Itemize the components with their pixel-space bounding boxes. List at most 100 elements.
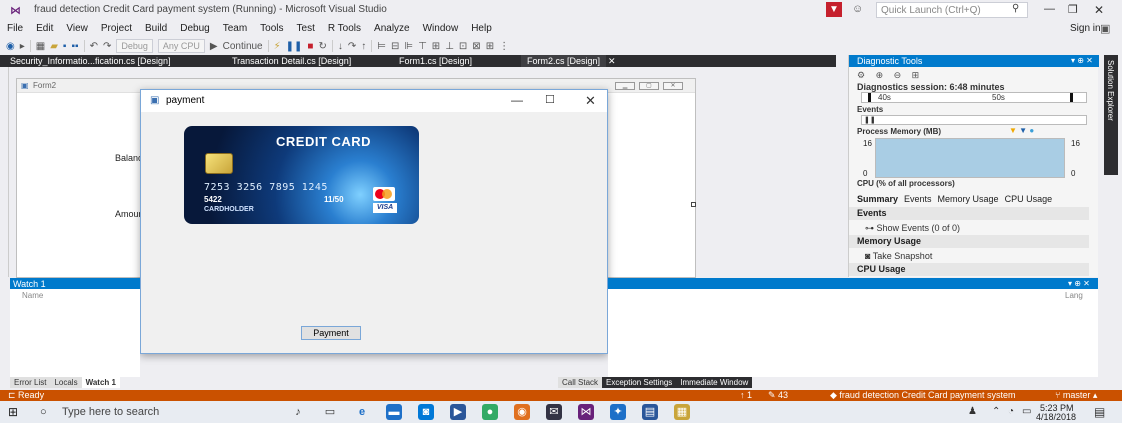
grid-icon[interactable]: ⊞ xyxy=(486,41,494,52)
tab-form1[interactable]: Form1.cs [Design] xyxy=(393,55,478,67)
menu-view[interactable]: View xyxy=(66,23,88,34)
forward-icon[interactable]: ▸ xyxy=(20,41,25,52)
payment-button[interactable]: Payment xyxy=(301,326,361,340)
taskbar-search-input[interactable]: Type here to search xyxy=(62,406,159,418)
hot-reload-icon[interactable]: ⚡ xyxy=(274,41,281,52)
new-project-icon[interactable]: ▦ xyxy=(36,41,45,52)
tab-watch-1[interactable]: Watch 1 xyxy=(81,377,120,388)
app-blue-icon[interactable]: ▤ xyxy=(642,404,658,420)
stop-icon[interactable]: ■ xyxy=(307,41,313,52)
payment-close-button[interactable]: ✕ xyxy=(585,93,596,109)
show-events-link[interactable]: ⊶ Show Events (0 of 0) xyxy=(865,223,960,234)
app-yellow-icon[interactable]: ▦ xyxy=(674,404,690,420)
app-green-icon[interactable]: ● xyxy=(482,404,498,420)
payment-dialog[interactable]: ▣ payment — ☐ ✕ CREDIT CARD 7253 3256 78… xyxy=(140,89,608,354)
menu-tools[interactable]: Tools xyxy=(260,23,283,34)
minimize-button[interactable]: — xyxy=(1044,3,1055,15)
chrome-icon[interactable]: ◉ xyxy=(514,404,530,420)
menu-help[interactable]: Help xyxy=(471,23,492,34)
align-top-icon[interactable]: ⊤ xyxy=(418,41,427,52)
pause-icon[interactable]: ❚❚ xyxy=(286,41,303,52)
session-timeline[interactable]: 40s 50s xyxy=(861,92,1087,103)
continue-button[interactable]: Continue xyxy=(223,41,263,52)
status-edits[interactable]: ✎ 43 xyxy=(768,390,788,401)
clock-date[interactable]: 4/18/2018 xyxy=(1036,412,1076,422)
same-size-icon[interactable]: ⊡ xyxy=(459,41,467,52)
tab-error-list[interactable]: Error List xyxy=(10,377,51,388)
spacing-icon[interactable]: ⊠ xyxy=(472,41,480,52)
tab-form2[interactable]: Form2.cs [Design] xyxy=(521,55,607,67)
mail-icon[interactable]: ✉ xyxy=(546,404,562,420)
file-explorer-icon[interactable]: ▬ xyxy=(386,404,402,420)
order-icon[interactable]: ⋮ xyxy=(499,41,509,52)
menu-window[interactable]: Window xyxy=(423,23,459,34)
windows-start-icon[interactable]: ⊞ xyxy=(8,405,18,419)
task-view-icon[interactable]: ▭ xyxy=(322,404,338,420)
cortana-icon[interactable]: ○ xyxy=(40,406,47,418)
step-into-icon[interactable]: ↓ xyxy=(338,41,343,52)
align-left-icon[interactable]: ⊨ xyxy=(377,41,386,52)
diagnostic-toolbar[interactable]: ⚙ ⊕ ⊖ ⊞ xyxy=(857,70,923,81)
visual-studio-icon[interactable]: ⋈ xyxy=(578,404,594,420)
open-icon[interactable]: ▰ xyxy=(50,41,58,52)
media-icon[interactable]: ▶ xyxy=(450,404,466,420)
menu-edit[interactable]: Edit xyxy=(36,23,53,34)
account-icon[interactable]: ▣ xyxy=(1100,22,1110,35)
tab-memory-usage[interactable]: Memory Usage xyxy=(938,194,999,204)
network-app-icon[interactable]: ✦ xyxy=(610,404,626,420)
watch-grid-right[interactable] xyxy=(608,289,1098,377)
resize-handle[interactable] xyxy=(691,202,696,207)
step-over-icon[interactable]: ↷ xyxy=(348,41,356,52)
payment-minimize-button[interactable]: — xyxy=(511,93,523,107)
action-center-icon[interactable]: ▤ xyxy=(1094,405,1105,419)
status-branch[interactable]: ⑂ master ▴ xyxy=(1055,390,1097,401)
menu-project[interactable]: Project xyxy=(101,23,132,34)
panel-pin-icon[interactable]: ▾ ⊕ ✕ xyxy=(1071,55,1093,67)
watch-grid[interactable] xyxy=(10,289,140,377)
tab-cpu-usage[interactable]: CPU Usage xyxy=(1005,194,1053,204)
menu-team[interactable]: Team xyxy=(223,23,247,34)
menu-build[interactable]: Build xyxy=(145,23,167,34)
menu-file[interactable]: File xyxy=(7,23,23,34)
watch-pin-icon[interactable]: ▾ ⊕ ✕ xyxy=(1068,279,1090,288)
redo-icon[interactable]: ↷ xyxy=(103,41,111,52)
take-snapshot-button[interactable]: ◙ Take Snapshot xyxy=(865,251,932,261)
restore-button[interactable]: ❐ xyxy=(1068,3,1078,16)
network-icon[interactable]: ◔ xyxy=(1008,406,1014,417)
back-icon[interactable]: ◉ xyxy=(6,41,15,52)
sign-in-link[interactable]: Sign in xyxy=(1070,23,1101,34)
tab-security-information[interactable]: Security_Informatio...fication.cs [Desig… xyxy=(4,55,177,67)
close-button[interactable]: ✕ xyxy=(1094,3,1104,17)
notification-flag-icon[interactable]: ▼ xyxy=(826,2,842,17)
tab-transaction-detail[interactable]: Transaction Detail.cs [Design] xyxy=(226,55,357,67)
volume-icon[interactable]: ▭ xyxy=(1022,406,1031,417)
status-up-arrow[interactable]: ↑ 1 xyxy=(740,390,752,401)
align-bottom-icon[interactable]: ⊥ xyxy=(445,41,454,52)
status-project[interactable]: ◆ fraud detection Credit Card payment sy… xyxy=(830,390,1016,401)
microphone-icon[interactable]: ♪ xyxy=(290,404,306,420)
search-icon[interactable]: ⚲ xyxy=(1012,3,1019,14)
tab-locals[interactable]: Locals xyxy=(50,377,82,388)
tab-close-icon[interactable]: ✕ xyxy=(602,55,622,67)
save-icon[interactable]: ▪ xyxy=(63,41,67,52)
store-icon[interactable]: ◙ xyxy=(418,404,434,420)
menu-test[interactable]: Test xyxy=(297,23,315,34)
payment-maximize-button[interactable]: ☐ xyxy=(545,93,555,106)
align-middle-icon[interactable]: ⊞ xyxy=(432,41,440,52)
tray-expand-icon[interactable]: ⌃ xyxy=(992,406,1000,417)
restart-icon[interactable]: ↻ xyxy=(318,41,326,52)
align-right-icon[interactable]: ⊫ xyxy=(404,41,413,52)
edge-icon[interactable]: e xyxy=(354,404,370,420)
menu-debug[interactable]: Debug xyxy=(180,23,209,34)
tab-immediate-window[interactable]: Immediate Window xyxy=(676,377,753,388)
feedback-person-icon[interactable]: ☺ xyxy=(852,3,863,15)
save-all-icon[interactable]: ▪▪ xyxy=(71,41,78,52)
tab-call-stack[interactable]: Call Stack xyxy=(558,377,603,388)
align-center-icon[interactable]: ⊟ xyxy=(391,41,399,52)
undo-icon[interactable]: ↶ xyxy=(90,41,98,52)
tab-summary[interactable]: Summary xyxy=(857,194,898,204)
menu-r-tools[interactable]: R Tools xyxy=(328,23,361,34)
step-out-icon[interactable]: ↑ xyxy=(361,41,366,52)
play-icon[interactable]: ▶ xyxy=(210,41,218,52)
tab-exception-settings[interactable]: Exception Settings xyxy=(602,377,677,388)
